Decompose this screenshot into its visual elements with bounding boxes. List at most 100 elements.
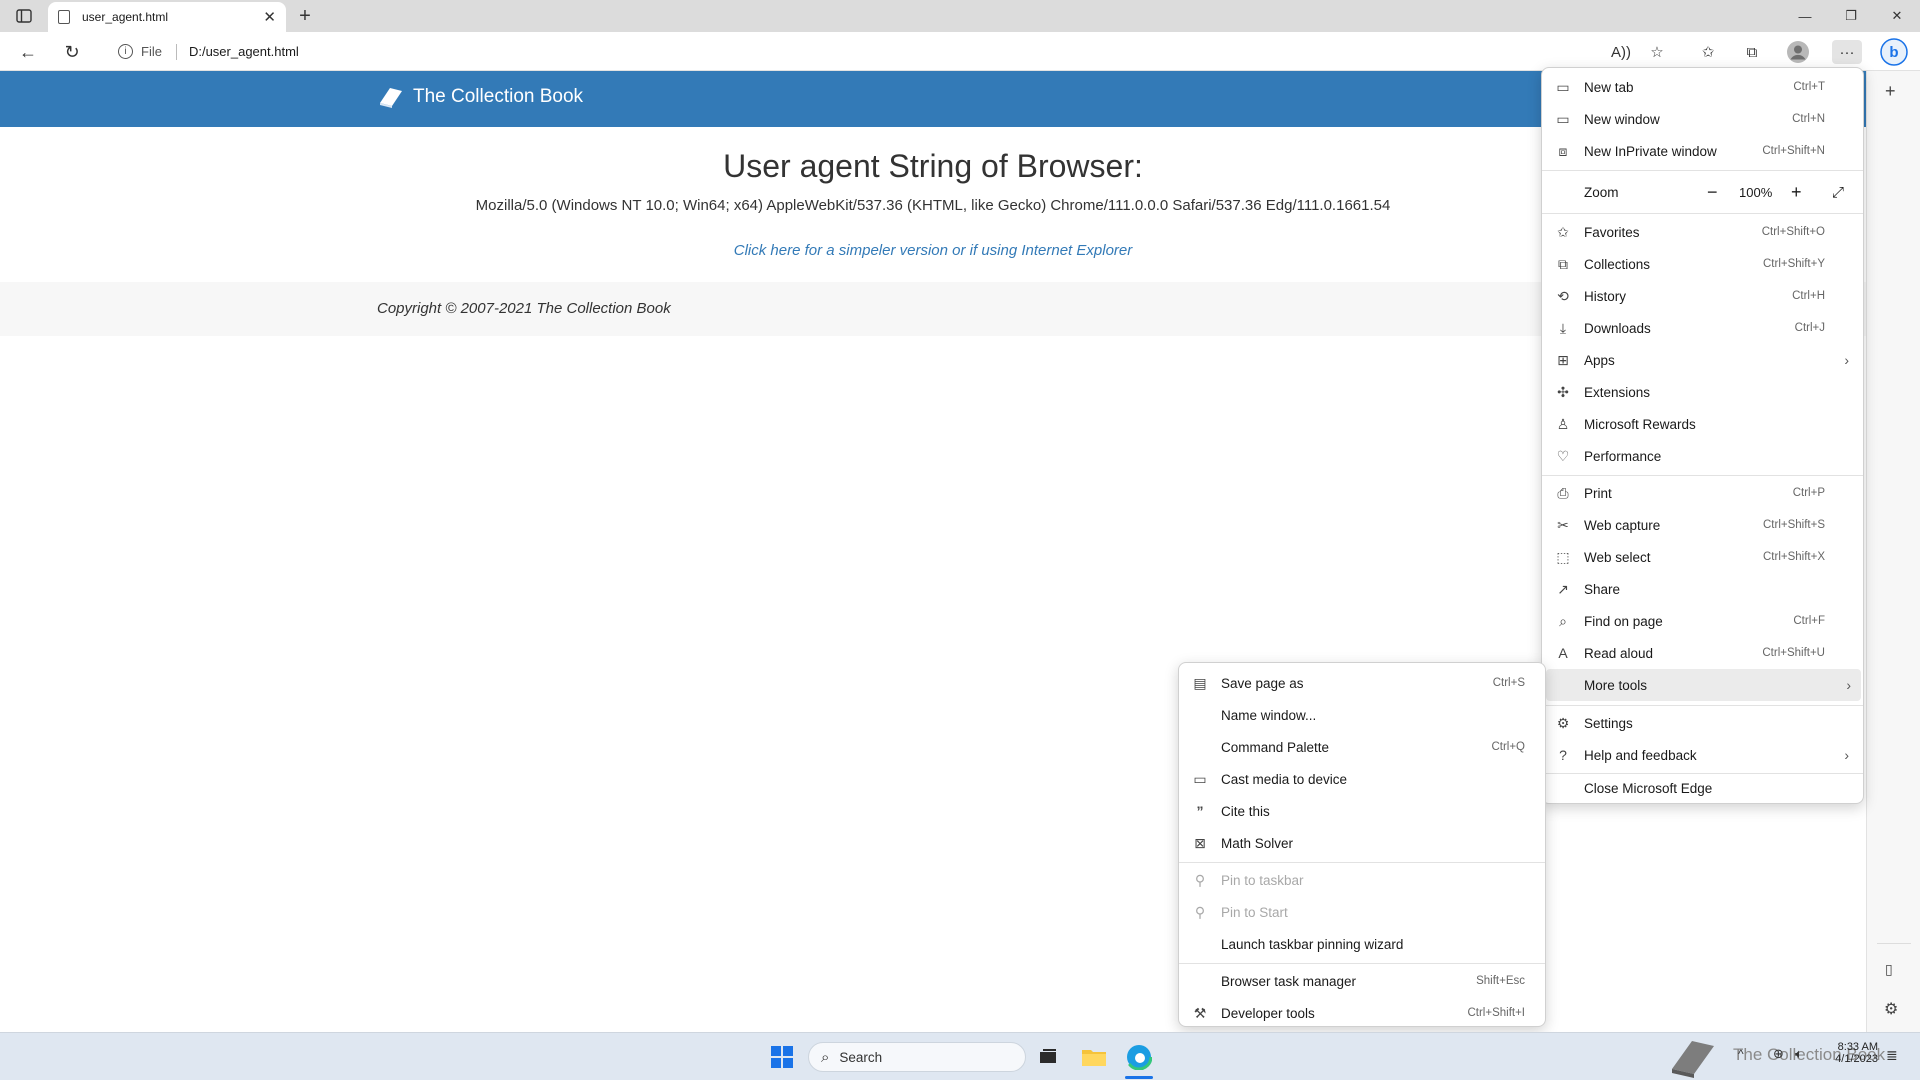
menu-label: More tools (1584, 677, 1648, 693)
menu-item-new-window[interactable]: ▭ New window Ctrl+N (1542, 103, 1863, 135)
menu-item-name-window[interactable]: Name window... (1179, 699, 1545, 731)
menu-divider (1542, 213, 1863, 214)
edge-browser-icon[interactable] (1124, 1042, 1154, 1072)
chevron-right-icon: › (1844, 352, 1849, 368)
sidebar-add-icon[interactable]: + (1885, 81, 1896, 102)
cast-icon: ▭ (1193, 770, 1207, 787)
tab-actions-icon[interactable] (12, 6, 36, 26)
add-favorite-icon[interactable]: ☆ (1645, 40, 1669, 64)
taskbar-clock[interactable]: 8:33 AM 4/1/2023 (1820, 1041, 1878, 1065)
menu-item-close-edge[interactable]: Close Microsoft Edge (1542, 772, 1863, 804)
address-bar[interactable]: i File D:/user_agent.html (104, 36, 1604, 67)
notification-icon[interactable]: ≣ (1886, 1047, 1898, 1064)
bing-copilot-icon[interactable]: b (1879, 37, 1909, 67)
menu-label: Favorites (1584, 224, 1640, 240)
menu-shortcut: Shift+Esc (1476, 975, 1525, 987)
sidebar-panel-icon[interactable]: ▯ (1885, 961, 1893, 978)
menu-item-extensions[interactable]: ✣ Extensions (1542, 376, 1863, 408)
taskbar-search[interactable]: ⌕ Search (808, 1042, 1026, 1072)
refresh-icon[interactable]: ↻ (60, 40, 84, 64)
menu-item-new-tab[interactable]: ▭ New tab Ctrl+T (1542, 71, 1863, 103)
menu-item-launch-pinning-wizard[interactable]: Launch taskbar pinning wizard (1179, 928, 1545, 960)
menu-item-cast-media[interactable]: ▭ Cast media to device (1179, 763, 1545, 795)
zoom-level: 100% (1739, 184, 1773, 200)
menu-item-share[interactable]: ↗ Share (1542, 573, 1863, 605)
network-icon[interactable]: ⊕ (1773, 1046, 1784, 1062)
settings-more-icon[interactable]: ··· (1832, 40, 1862, 64)
sidebar-divider (1877, 943, 1911, 944)
book-logo-icon (380, 88, 402, 108)
new-tab-icon[interactable]: + (294, 5, 316, 28)
menu-item-performance[interactable]: ♡ Performance (1542, 440, 1863, 472)
menu-label: History (1584, 288, 1627, 304)
info-icon[interactable]: i (118, 44, 133, 59)
menu-item-developer-tools[interactable]: ⚒ Developer tools Ctrl+Shift+I (1179, 997, 1545, 1029)
windows-start-icon[interactable] (767, 1042, 797, 1072)
volume-icon[interactable]: 🔈︎ (1795, 1046, 1803, 1062)
menu-item-find-on-page[interactable]: ⌕ Find on page Ctrl+F (1542, 605, 1863, 637)
back-icon[interactable]: ← (16, 40, 40, 64)
zoom-in-icon[interactable]: + (1791, 182, 1802, 203)
fullscreen-icon[interactable]: ⤢ (1832, 184, 1844, 201)
address-url: D:/user_agent.html (188, 44, 299, 59)
menu-item-settings[interactable]: ⚙ Settings (1542, 707, 1863, 739)
extensions-icon: ✣ (1557, 383, 1569, 400)
read-aloud-toolbar-icon[interactable]: A)) (1609, 40, 1633, 64)
chevron-right-icon: › (1844, 747, 1849, 763)
menu-shortcut: Ctrl+J (1794, 322, 1825, 334)
menu-label: Read aloud (1584, 645, 1654, 661)
svg-text:b: b (1889, 44, 1898, 61)
menu-shortcut: Ctrl+Shift+U (1762, 647, 1825, 659)
restore-icon[interactable]: ❐ (1828, 0, 1874, 32)
web-capture-icon: ✂ (1557, 516, 1569, 533)
menu-item-browser-task-manager[interactable]: Browser task manager Shift+Esc (1179, 965, 1545, 997)
minimize-icon[interactable]: — (1782, 0, 1828, 32)
collection-book-watermark-icon (1668, 1035, 1718, 1079)
menu-item-downloads[interactable]: ⤓ Downloads Ctrl+J (1542, 312, 1863, 344)
math-solver-icon: ⊠ (1194, 834, 1206, 851)
menu-item-math-solver[interactable]: ⊠ Math Solver (1179, 827, 1545, 859)
menu-item-save-page-as[interactable]: ▤ Save page as Ctrl+S (1179, 667, 1545, 699)
chevron-up-icon[interactable]: ^ (1738, 1047, 1744, 1061)
print-icon: ⎙ (1557, 484, 1569, 501)
menu-item-cite-this[interactable]: ” Cite this (1179, 795, 1545, 827)
collections-icon[interactable]: ⧉ (1740, 40, 1764, 64)
menu-label: Launch taskbar pinning wizard (1221, 936, 1404, 952)
site-brand[interactable]: The Collection Book (377, 85, 583, 109)
web-select-icon: ⬚ (1556, 548, 1570, 565)
sidebar-settings-icon[interactable]: ⚙ (1884, 999, 1898, 1019)
gear-icon: ⚙ (1556, 714, 1570, 731)
menu-divider (1542, 170, 1863, 171)
menu-item-web-select[interactable]: ⬚ Web select Ctrl+Shift+X (1542, 541, 1863, 573)
menu-item-history[interactable]: ⟲ History Ctrl+H (1542, 280, 1863, 312)
menu-shortcut: Ctrl+Shift+S (1763, 519, 1825, 531)
brand-name: The Collection Book (413, 86, 584, 107)
menu-item-read-aloud[interactable]: A Read aloud Ctrl+Shift+U (1542, 637, 1863, 669)
menu-item-more-tools[interactable]: More tools › (1546, 669, 1861, 701)
close-tab-icon[interactable]: ✕ (263, 8, 276, 26)
menu-item-favorites[interactable]: ✩ Favorites Ctrl+Shift+O (1542, 216, 1863, 248)
profile-avatar[interactable] (1786, 40, 1810, 64)
file-explorer-icon[interactable] (1079, 1042, 1109, 1072)
menu-shortcut: Ctrl+T (1793, 81, 1825, 93)
menu-shortcut: Ctrl+Shift+N (1762, 145, 1825, 157)
close-window-icon[interactable]: ✕ (1874, 0, 1920, 32)
menu-item-pin-to-taskbar: ⚲ Pin to taskbar (1179, 864, 1545, 896)
menu-item-web-capture[interactable]: ✂ Web capture Ctrl+Shift+S (1542, 509, 1863, 541)
zoom-out-icon[interactable]: − (1707, 182, 1718, 203)
menu-item-microsoft-rewards[interactable]: ♙ Microsoft Rewards (1542, 408, 1863, 440)
menu-item-collections[interactable]: ⧉ Collections Ctrl+Shift+Y (1542, 248, 1863, 280)
menu-item-apps[interactable]: ⊞ Apps › (1542, 344, 1863, 376)
menu-item-help-and-feedback[interactable]: ? Help and feedback › (1542, 739, 1863, 771)
pin-icon: ⚲ (1194, 871, 1206, 888)
menu-item-command-palette[interactable]: Command Palette Ctrl+Q (1179, 731, 1545, 763)
menu-item-new-inprivate-window[interactable]: ⧈ New InPrivate window Ctrl+Shift+N (1542, 135, 1863, 167)
favorites-icon[interactable]: ✩ (1696, 40, 1720, 64)
menu-label: Extensions (1584, 384, 1651, 400)
menu-item-print[interactable]: ⎙ Print Ctrl+P (1542, 477, 1863, 509)
tab-user-agent[interactable]: user_agent.html ✕ (48, 2, 286, 32)
task-view-icon[interactable] (1033, 1042, 1063, 1072)
new-tab-menu-icon: ▭ (1556, 78, 1570, 95)
edge-sidebar: + ▯ ⚙ (1866, 71, 1920, 1032)
menu-label: Microsoft Rewards (1584, 416, 1696, 432)
